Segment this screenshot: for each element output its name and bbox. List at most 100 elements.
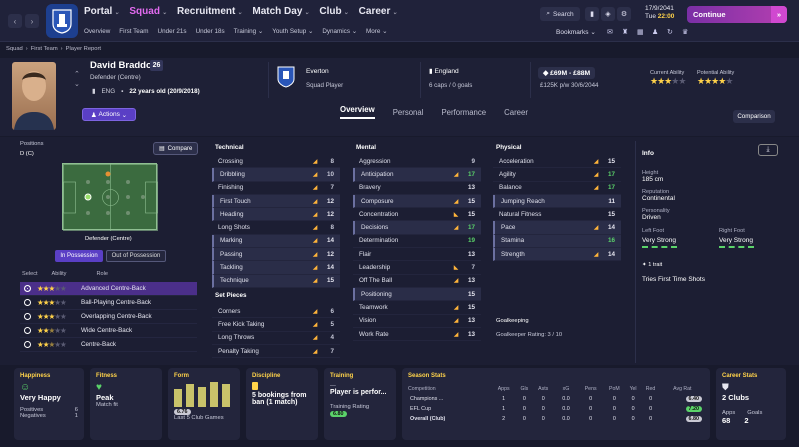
breadcrumb-squad[interactable]: Squad xyxy=(6,46,23,52)
attribute-row[interactable]: Long Throws ◢ 4 xyxy=(212,332,340,345)
attribute-row[interactable]: Heading ◢ 12 xyxy=(212,208,340,222)
attribute-row[interactable]: Work Rate ◢ 13 xyxy=(353,328,481,342)
discipline-card[interactable]: Discipline 5 bookings from ban (1 match) xyxy=(246,368,318,440)
actions-button[interactable]: ♟ Actions ⌄ xyxy=(82,108,136,121)
attribute-row[interactable]: Technique ◢ 15 xyxy=(212,274,340,288)
refresh-icon[interactable]: ↻ xyxy=(667,28,673,36)
attribute-row[interactable]: Leadership ◣ 7 xyxy=(353,261,481,275)
attribute-row[interactable]: Flair 13 xyxy=(353,248,481,262)
form-card[interactable]: Form 6.76 Last 5 Club Games xyxy=(168,368,240,440)
attribute-row[interactable]: Anticipation ◢ 17 xyxy=(353,168,481,182)
compare-button[interactable]: ▤ Compare xyxy=(153,142,199,155)
menu-club[interactable]: Club ⌄ xyxy=(319,6,348,17)
season-col-header[interactable]: Asts xyxy=(533,384,554,394)
menu-career[interactable]: Career ⌄ xyxy=(359,6,398,17)
role-row[interactable]: ★★★★★ Ball-Playing Centre-Back xyxy=(20,296,197,310)
download-icon[interactable]: ⤓ xyxy=(758,144,778,156)
menu-portal[interactable]: Portal ⌄ xyxy=(84,6,119,17)
gear-icon[interactable]: ⚙ xyxy=(617,7,631,21)
attribute-row[interactable]: Acceleration ◢ 15 xyxy=(493,155,621,169)
role-row[interactable]: ★★★★★ Advanced Centre-Back xyxy=(20,282,197,296)
submenu-first-team[interactable]: First Team xyxy=(119,28,148,35)
happiness-card[interactable]: Happiness ☺ Very Happy Positives 6 Negati… xyxy=(14,368,84,440)
attribute-row[interactable]: Positioning 15 xyxy=(353,287,481,302)
in-possession-toggle[interactable]: In Possession xyxy=(55,250,103,262)
attribute-row[interactable]: Crossing ◢ 8 xyxy=(212,155,340,169)
attribute-row[interactable]: Tackling ◢ 14 xyxy=(212,261,340,275)
season-col-header[interactable]: xG xyxy=(554,384,578,394)
season-stats-card[interactable]: Season Stats Competition Apps Gls Asts xG Pen… xyxy=(402,368,710,440)
attribute-row[interactable]: Natural Fitness 15 xyxy=(493,208,621,222)
out-of-possession-toggle[interactable]: Out of Possession xyxy=(106,250,166,262)
submenu-more[interactable]: More ⌄ xyxy=(366,28,387,35)
shield-icon[interactable]: ◈ xyxy=(601,7,615,21)
season-col-header[interactable]: Gls xyxy=(516,384,532,394)
season-row[interactable]: EFL Cup 1 0 0 0.0 0 0 0 0 7.20 xyxy=(408,404,704,414)
forward-arrow-icon[interactable]: › xyxy=(25,14,39,28)
attribute-row[interactable]: Concentration ◣ 15 xyxy=(353,208,481,222)
attribute-row[interactable]: Bravery 13 xyxy=(353,182,481,195)
nation-name[interactable]: ▮ England xyxy=(429,67,459,75)
attribute-row[interactable]: Marking ◢ 14 xyxy=(212,234,340,249)
attribute-row[interactable]: Long Shots ◢ 8 xyxy=(212,221,340,235)
everton-crest-small-icon[interactable] xyxy=(276,66,296,90)
prev-player-icon[interactable]: ⌃ xyxy=(74,70,80,78)
season-row[interactable]: Champions ... 1 0 0 0.0 0 0 0 0 6.40 xyxy=(408,394,704,404)
attribute-row[interactable]: Vision ◢ 13 xyxy=(353,315,481,328)
attribute-row[interactable]: Strength ◢ 14 xyxy=(493,248,621,262)
role-row[interactable]: ★★★★★ Centre-Back xyxy=(20,338,197,352)
menu-recruitment[interactable]: Recruitment ⌄ xyxy=(177,6,242,17)
tab-performance[interactable]: Performance xyxy=(441,108,486,117)
fitness-card[interactable]: Fitness ♥ Peak Match fit xyxy=(90,368,162,440)
breadcrumb-first-team[interactable]: First Team xyxy=(31,46,58,52)
back-arrow-icon[interactable]: ‹ xyxy=(8,14,22,28)
role-radio[interactable] xyxy=(24,313,31,320)
submenu-under-18s[interactable]: Under 18s xyxy=(196,28,225,35)
attribute-row[interactable]: Aggression 9 xyxy=(353,155,481,169)
submenu-overview[interactable]: Overview xyxy=(84,28,110,35)
season-col-header[interactable]: Yel xyxy=(626,384,641,394)
role-radio[interactable] xyxy=(24,299,31,306)
continue-button[interactable]: Continue» xyxy=(687,6,787,23)
attribute-row[interactable]: Penalty Taking ◢ 7 xyxy=(212,345,340,359)
tab-career[interactable]: Career xyxy=(504,108,528,117)
bookmarks-dropdown[interactable]: Bookmarks ⌄ xyxy=(556,28,596,37)
menu-squad[interactable]: Squad ⌄ xyxy=(129,6,167,17)
season-col-header[interactable]: Apps xyxy=(491,384,516,394)
attribute-row[interactable]: Determination 19 xyxy=(353,235,481,249)
role-row[interactable]: ★★★★★ Wide Centre-Back xyxy=(20,324,197,338)
attribute-row[interactable]: Jumping Reach 11 xyxy=(493,194,621,209)
role-radio[interactable] xyxy=(24,327,31,334)
people-icon[interactable]: ♟ xyxy=(652,28,658,36)
attribute-row[interactable]: Passing ◢ 12 xyxy=(212,248,340,262)
role-radio[interactable] xyxy=(24,341,31,348)
attribute-row[interactable]: Finishing ◢ 7 xyxy=(212,182,340,195)
attribute-row[interactable]: Dribbling ◢ 10 xyxy=(212,168,340,182)
career-stats-card[interactable]: Career Stats ⛊ 2 Clubs Apps Goals 68 2 xyxy=(716,368,786,440)
attribute-row[interactable]: Composure ◢ 15 xyxy=(353,194,481,209)
submenu-training[interactable]: Training ⌄ xyxy=(234,28,264,35)
training-card[interactable]: Training — Player is perfor... Training … xyxy=(324,368,396,440)
inbox-icon[interactable]: ✉ xyxy=(607,28,613,36)
club-crest-icon[interactable] xyxy=(46,4,78,38)
tab-personal[interactable]: Personal xyxy=(393,108,424,117)
role-row[interactable]: ★★★★★ Overlapping Centre-Back xyxy=(20,310,197,324)
search-button[interactable]: ⌕ Search xyxy=(540,7,580,21)
season-col-header[interactable]: Red xyxy=(641,384,661,394)
club-name[interactable]: Everton xyxy=(306,68,329,75)
attribute-row[interactable]: Teamwork ◢ 15 xyxy=(353,301,481,315)
attribute-row[interactable]: Free Kick Taking ◢ 5 xyxy=(212,318,340,332)
season-col-header[interactable]: Avg Rat xyxy=(661,384,704,394)
shirt-icon[interactable]: ♜ xyxy=(622,28,628,36)
next-player-icon[interactable]: ⌄ xyxy=(74,80,80,88)
attribute-row[interactable]: Off The Ball ◢ 13 xyxy=(353,275,481,288)
season-col-header[interactable]: PoM xyxy=(603,384,626,394)
attribute-row[interactable]: Decisions ◢ 17 xyxy=(353,221,481,235)
attribute-row[interactable]: First Touch ◢ 12 xyxy=(212,194,340,209)
submenu-dynamics[interactable]: Dynamics ⌄ xyxy=(322,28,357,35)
attribute-row[interactable]: Pace ◢ 14 xyxy=(493,221,621,235)
attribute-row[interactable]: Stamina 16 xyxy=(493,234,621,249)
bookmark-icon[interactable]: ▮ xyxy=(585,7,599,21)
season-col-header[interactable]: Pens xyxy=(578,384,603,394)
tactics-icon[interactable]: ▦ xyxy=(637,28,644,36)
